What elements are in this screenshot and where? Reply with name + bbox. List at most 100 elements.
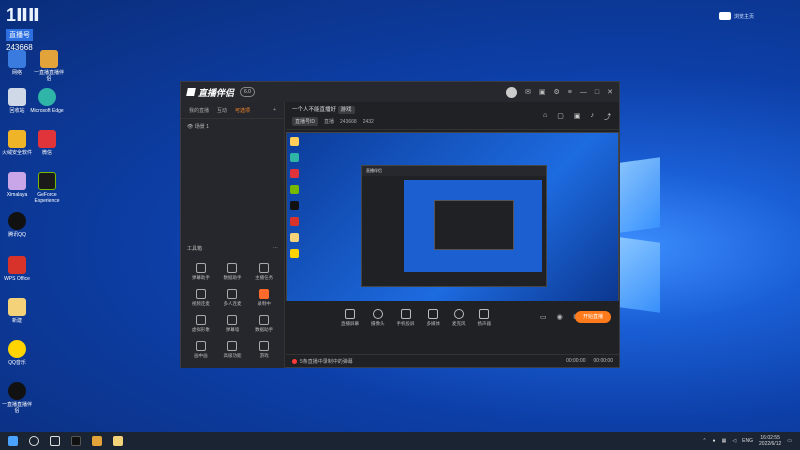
room-tag[interactable]: 直播号ID [292, 117, 319, 126]
badge-sub: 直播号 [6, 29, 33, 41]
play-icon [428, 309, 439, 319]
tool-danmu-wall[interactable]: 弹幕墙 [217, 315, 249, 333]
desktop-icon-wechat[interactable]: 微信 [30, 130, 64, 156]
desktop-icon-edge[interactable]: Microsoft Edge [30, 88, 64, 114]
minimize-icon[interactable]: — [580, 89, 587, 96]
scene-row[interactable]: 👁 场景 1 [181, 119, 284, 134]
tool-video-link[interactable]: 视频连麦 [185, 289, 217, 307]
stream-header: 一个人不能直播好 游戏 直播号ID 直播 243668 2432 ⌂ ▢ ▣ ♪… [286, 102, 619, 130]
cloud-icon [718, 12, 731, 20]
tab-options[interactable]: 可选项 [235, 107, 250, 114]
tool-task[interactable]: 主播任务 [248, 263, 280, 281]
share-icon[interactable]: ⤴ [604, 112, 611, 122]
tool-recording[interactable]: 录制中 [248, 289, 280, 307]
add-icon[interactable]: + [273, 107, 276, 114]
clock[interactable]: 16:02:55 2022/6/12 [759, 435, 781, 447]
tool-icon [259, 263, 270, 273]
tool-avatar[interactable]: 虚拟形象 [185, 315, 217, 333]
stream-title[interactable]: 一个人不能直播好 [292, 107, 336, 113]
tab-interact[interactable]: 互动 [217, 107, 227, 114]
tab-my-live[interactable]: 我的直播 [189, 107, 209, 114]
tool-data[interactable]: 数据助手 [217, 263, 249, 281]
maximize-icon[interactable]: □ [595, 89, 599, 96]
tool-multi-link[interactable]: 多人连麦 [217, 289, 249, 307]
menu-icon[interactable]: ≡ [568, 89, 572, 96]
eye-icon[interactable]: ◉ [557, 313, 563, 321]
shirt-icon[interactable]: ▣ [574, 112, 581, 122]
stream-preview[interactable]: 直播伴侣 [286, 132, 619, 320]
camera-icon [372, 309, 383, 319]
desktop-icon-live[interactable]: 一直播直播伴侣 [32, 50, 66, 82]
id-label: 直播 [324, 119, 335, 125]
qq-icon [8, 212, 26, 230]
more-icon[interactable]: ⋯ [273, 245, 278, 252]
up-arrow-icon[interactable]: ⌃ [702, 438, 706, 444]
tool-icon [227, 341, 238, 351]
like-count: 2432 [362, 118, 374, 125]
tool-icon [227, 315, 238, 325]
desktop-icon-new[interactable]: 新建 [0, 298, 34, 324]
category-chip[interactable]: 游戏 [337, 106, 355, 114]
nested-title: 直播伴侣 [362, 166, 546, 176]
tool-icon [195, 263, 206, 273]
left-tabs: 我的直播 互动 可选项 + [181, 102, 284, 119]
start-icon[interactable] [8, 436, 18, 446]
live-companion-window[interactable]: 直播伴侣 6.0 ✉ ▣ ⚙ ≡ — □ ✕ 我的直播 互动 可选项 + 👁 场… [180, 81, 620, 368]
file-explorer-icon[interactable] [113, 436, 123, 446]
volume-icon[interactable]: ◁ [732, 438, 736, 444]
toolbox-header: 工具箱 ⋯ [187, 245, 278, 252]
edge-icon [38, 88, 56, 106]
tool-danmu[interactable]: 弹幕助手 [185, 263, 217, 281]
mic-icon[interactable]: ● [713, 438, 716, 444]
bell-icon[interactable]: ♪ [591, 112, 595, 122]
taskbar-app-icon[interactable] [71, 436, 81, 446]
tool-icon [195, 315, 206, 325]
network-icon[interactable]: ▦ [722, 438, 727, 444]
search-icon[interactable] [29, 436, 39, 446]
top-right-widget[interactable]: 浏览主页 [718, 10, 754, 22]
notification-icon[interactable]: ▭ [787, 438, 792, 444]
folder-icon [8, 298, 26, 316]
camera-button[interactable]: 摄像头 [371, 309, 385, 327]
settings-icon[interactable]: ⚙ [554, 88, 560, 96]
record-icon [259, 289, 270, 299]
tool-data2[interactable]: 数据助手 [248, 315, 280, 333]
desktop-icon-huorong[interactable]: 火绒安全软件 [0, 130, 34, 156]
microphone-button[interactable]: 麦克风 [452, 309, 466, 327]
wechat-icon [38, 130, 56, 148]
taskbar-live-icon[interactable] [92, 436, 102, 446]
desktop-icon-wps[interactable]: WPS Office [0, 256, 34, 282]
speaker-button[interactable]: 扬声器 [478, 309, 491, 327]
media-button[interactable]: 多媒体 [427, 309, 440, 327]
close-icon[interactable]: ✕ [607, 88, 613, 96]
nested-screen-inner [434, 200, 514, 250]
desktop-icon-live2[interactable]: 一直播直播伴侣 [0, 382, 34, 414]
screen-capture-button[interactable]: 直播屏幕 [341, 309, 359, 327]
tool-icon [195, 289, 206, 299]
badge-title: 1ⅡⅡ [6, 5, 40, 25]
desktop-icon-ximalaya[interactable]: Ximalaya [0, 172, 34, 198]
eye-icon[interactable]: 👁 [187, 124, 193, 130]
mail-icon[interactable]: ✉ [525, 88, 531, 96]
microphone-icon [453, 309, 464, 319]
avatar[interactable] [506, 86, 518, 98]
gift-icon[interactable]: ⌂ [543, 112, 547, 122]
phone-cast-button[interactable]: 手机投屏 [397, 309, 415, 327]
desktop-icon-qqmusic[interactable]: QQ音乐 [0, 340, 34, 366]
desktop-icon-qq[interactable]: 腾讯QQ [0, 212, 34, 238]
language-indicator[interactable]: ENG [742, 438, 753, 444]
live-app-icon [40, 50, 58, 68]
tool-advanced[interactable]: 高级功能 [217, 341, 249, 359]
tool-game[interactable]: 游戏 [248, 341, 280, 359]
clock-date: 2022/6/12 [759, 441, 782, 447]
tool-pip[interactable]: 画中画 [185, 341, 217, 359]
desktop-icon-geforce[interactable]: GeForce Experience [30, 172, 64, 204]
phone-icon [400, 309, 411, 319]
record-icon[interactable]: ▭ [540, 313, 547, 321]
desktop-icon-recycle[interactable]: 回收站 [0, 88, 34, 114]
desktop-icon-network[interactable]: 网络 [0, 50, 34, 76]
bag-icon[interactable]: ▢ [557, 112, 564, 122]
shirt-icon[interactable]: ▣ [539, 88, 546, 96]
start-live-button[interactable]: 开始直播 [575, 311, 611, 323]
task-view-icon[interactable] [50, 436, 60, 446]
